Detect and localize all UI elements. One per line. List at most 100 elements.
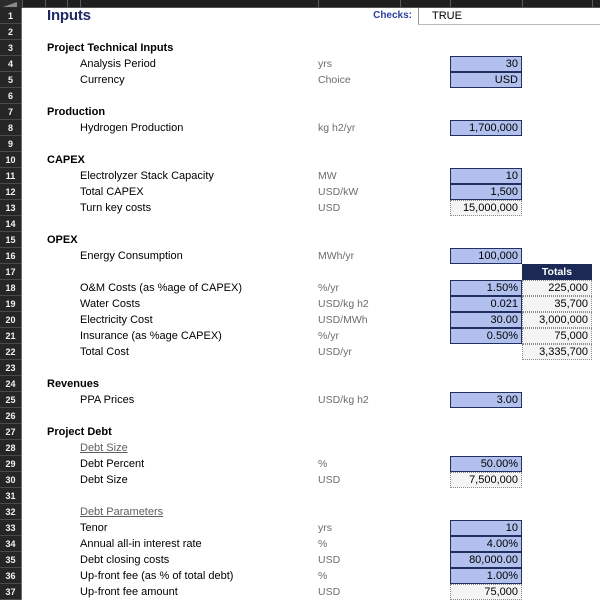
row-header-14[interactable]: 14: [0, 216, 21, 232]
section-header-production: Production: [47, 106, 106, 118]
input-cell-energy-consumption[interactable]: 100,000: [450, 248, 522, 264]
row-header-29[interactable]: 29: [0, 456, 21, 472]
row-header-28[interactable]: 28: [0, 440, 21, 456]
total-cell-o-m-costs-as-age-of-capex: 225,000: [522, 280, 592, 296]
total-cell-insurance-as-age-capex: 75,000: [522, 328, 592, 344]
checks-label: Checks:: [373, 10, 412, 21]
label-water-costs: Water Costs: [80, 298, 141, 310]
label-ppa-prices: PPA Prices: [80, 394, 135, 406]
row-header-17[interactable]: 17: [0, 264, 21, 280]
input-cell-ppa-prices[interactable]: 3.00: [450, 392, 522, 408]
unit-electricity-cost: USD/MWh: [318, 314, 368, 326]
unit-up-front-fee-as-of-total-debt: %: [318, 570, 328, 582]
input-cell-total-capex[interactable]: 1,500: [450, 184, 522, 200]
label-total-capex: Total CAPEX: [80, 186, 144, 198]
row-header-3[interactable]: 3: [0, 40, 21, 56]
row-header-2[interactable]: 2: [0, 24, 21, 40]
row-header-31[interactable]: 31: [0, 488, 21, 504]
column-divider-0[interactable]: [22, 0, 23, 8]
row-header-6[interactable]: 6: [0, 88, 21, 104]
row-header-36[interactable]: 36: [0, 568, 21, 584]
totals-column-header: Totals: [522, 264, 592, 280]
label-electrolyzer-stack-capacity: Electrolyzer Stack Capacity: [80, 170, 214, 182]
row-header-27[interactable]: 27: [0, 424, 21, 440]
column-divider-3[interactable]: [80, 0, 81, 8]
column-divider-1[interactable]: [45, 0, 46, 8]
row-header-35[interactable]: 35: [0, 552, 21, 568]
spreadsheet-window: 1 2 3 4 5 6 7 8 9 10 11 12 13 14 15 16 17 18 19 20 21 22 23 24 2…: [0, 0, 600, 600]
label-hydrogen-production: Hydrogen Production: [80, 122, 184, 134]
label-annual-all-in-interest-rate: Annual all-in interest rate: [80, 538, 202, 550]
row-header-26[interactable]: 26: [0, 408, 21, 424]
checks-value: TRUE: [432, 10, 462, 22]
input-cell-electrolyzer-stack-capacity[interactable]: 10: [450, 168, 522, 184]
row-header-gutter[interactable]: 1 2 3 4 5 6 7 8 9 10 11 12 13 14 15 16 17 18 19 20 21 22 23 24 2…: [0, 8, 22, 600]
row-header-19[interactable]: 19: [0, 296, 21, 312]
row-header-13[interactable]: 13: [0, 200, 21, 216]
input-cell-water-costs[interactable]: 0.021: [450, 296, 522, 312]
row-header-22[interactable]: 22: [0, 344, 21, 360]
unit-insurance-as-age-capex: %/yr: [318, 330, 339, 342]
column-divider-4[interactable]: [318, 0, 319, 8]
unit-water-costs: USD/kg h2: [318, 298, 369, 310]
section-header-opex: OPEX: [47, 234, 78, 246]
row-header-9[interactable]: 9: [0, 136, 21, 152]
input-cell-tenor[interactable]: 10: [450, 520, 522, 536]
row-header-18[interactable]: 18: [0, 280, 21, 296]
checks-row-underline: [418, 24, 600, 25]
label-total-cost: Total Cost: [80, 346, 129, 358]
section-header-project-technical-inputs: Project Technical Inputs: [47, 42, 174, 54]
unit-energy-consumption: MWh/yr: [318, 250, 355, 262]
calc-cell-up-front-fee-amount: 75,000: [450, 584, 522, 600]
input-cell-debt-closing-costs[interactable]: 80,000.00: [450, 552, 522, 568]
row-header-8[interactable]: 8: [0, 120, 21, 136]
input-cell-hydrogen-production[interactable]: 1,700,000: [450, 120, 522, 136]
row-header-11[interactable]: 11: [0, 168, 21, 184]
checks-divider: [418, 8, 419, 24]
row-header-21[interactable]: 21: [0, 328, 21, 344]
column-header-bar[interactable]: [0, 0, 600, 8]
input-cell-o-m-costs-as-age-of-capex[interactable]: 1.50%: [450, 280, 522, 296]
column-divider-5[interactable]: [400, 0, 401, 8]
row-header-5[interactable]: 5: [0, 72, 21, 88]
row-header-37[interactable]: 37: [0, 584, 21, 600]
row-header-23[interactable]: 23: [0, 360, 21, 376]
unit-o-m-costs-as-age-of-capex: %/yr: [318, 282, 339, 294]
input-cell-annual-all-in-interest-rate[interactable]: 4.00%: [450, 536, 522, 552]
section-header-revenues: Revenues: [47, 378, 99, 390]
column-divider-8[interactable]: [592, 0, 593, 8]
column-divider-2[interactable]: [67, 0, 68, 8]
row-header-24[interactable]: 24: [0, 376, 21, 392]
input-cell-debt-percent[interactable]: 50.00%: [450, 456, 522, 472]
input-cell-insurance-as-age-capex[interactable]: 0.50%: [450, 328, 522, 344]
input-cell-analysis-period[interactable]: 30: [450, 56, 522, 72]
row-header-34[interactable]: 34: [0, 536, 21, 552]
label-currency: Currency: [80, 74, 125, 86]
row-header-20[interactable]: 20: [0, 312, 21, 328]
calc-cell-turn-key-costs: 15,000,000: [450, 200, 522, 216]
column-divider-7[interactable]: [522, 0, 523, 8]
row-header-15[interactable]: 15: [0, 232, 21, 248]
input-cell-electricity-cost[interactable]: 30.00: [450, 312, 522, 328]
unit-currency: Choice: [318, 74, 351, 86]
row-header-10[interactable]: 10: [0, 152, 21, 168]
subsection-header-debt-size: Debt Size: [80, 442, 128, 454]
unit-turn-key-costs: USD: [318, 202, 341, 214]
row-header-30[interactable]: 30: [0, 472, 21, 488]
column-divider-6[interactable]: [450, 0, 451, 8]
input-cell-currency[interactable]: USD: [450, 72, 522, 88]
row-header-16[interactable]: 16: [0, 248, 21, 264]
sheet-grid[interactable]: Inputs Checks: TRUE Totals Project Technical…: [22, 8, 600, 600]
row-header-7[interactable]: 7: [0, 104, 21, 120]
input-cell-up-front-fee-as-of-total-debt[interactable]: 1.00%: [450, 568, 522, 584]
row-header-12[interactable]: 12: [0, 184, 21, 200]
section-header-capex: CAPEX: [47, 154, 85, 166]
row-header-1[interactable]: 1: [0, 8, 21, 24]
unit-total-capex: USD/kW: [318, 186, 359, 198]
row-header-33[interactable]: 33: [0, 520, 21, 536]
calc-cell-debt-size: 7,500,000: [450, 472, 522, 488]
row-header-25[interactable]: 25: [0, 392, 21, 408]
select-all-corner[interactable]: [0, 0, 22, 8]
row-header-32[interactable]: 32: [0, 504, 21, 520]
row-header-4[interactable]: 4: [0, 56, 21, 72]
